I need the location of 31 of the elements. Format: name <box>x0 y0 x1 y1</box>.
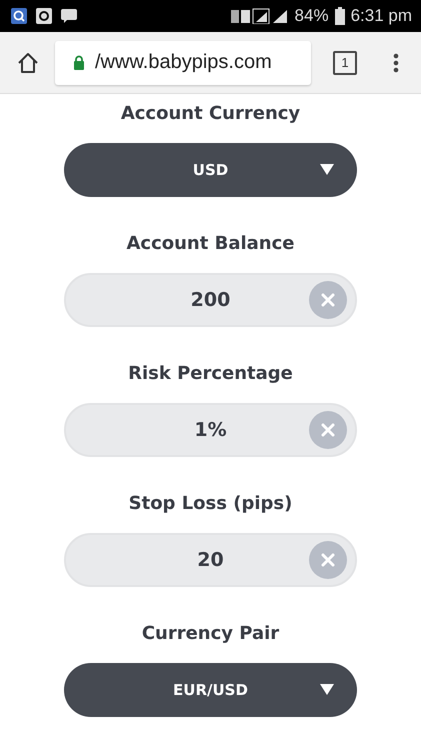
field-label: Currency Pair <box>142 623 280 645</box>
close-icon <box>321 553 335 567</box>
clock-time: 6:31 pm <box>350 6 412 26</box>
input-field[interactable]: 1% <box>64 403 357 457</box>
caret-icon <box>320 684 334 695</box>
battery-icon <box>334 7 345 25</box>
tab-switcher-button[interactable]: 1 <box>333 50 357 74</box>
dropdown-select[interactable]: EUR/USD <box>64 663 357 717</box>
field-label: Account Balance <box>126 233 294 255</box>
battery-percentage: 84% <box>294 6 329 26</box>
app-icon <box>36 8 52 24</box>
lock-icon <box>73 55 85 70</box>
home-icon[interactable] <box>17 52 39 74</box>
signal-icon <box>230 8 289 24</box>
clear-button[interactable] <box>309 541 347 579</box>
field-label: Risk Percentage <box>128 363 293 385</box>
clear-button[interactable] <box>309 281 347 319</box>
menu-icon[interactable] <box>393 52 399 74</box>
field-label: Account Currency <box>120 103 300 125</box>
address-bar[interactable]: /www.babypips.com <box>55 40 311 84</box>
dropdown-select[interactable]: USD <box>64 143 357 197</box>
search-icon <box>11 8 27 24</box>
url-text: /www.babypips.com <box>95 51 272 74</box>
clear-button[interactable] <box>309 411 347 449</box>
input-field[interactable]: 20 <box>64 533 357 587</box>
close-icon <box>321 293 335 307</box>
close-icon <box>321 423 335 437</box>
field-label: Stop Loss (pips) <box>128 493 292 515</box>
caret-icon <box>320 164 334 175</box>
chat-icon <box>61 9 77 23</box>
input-field[interactable]: 200 <box>64 273 357 327</box>
